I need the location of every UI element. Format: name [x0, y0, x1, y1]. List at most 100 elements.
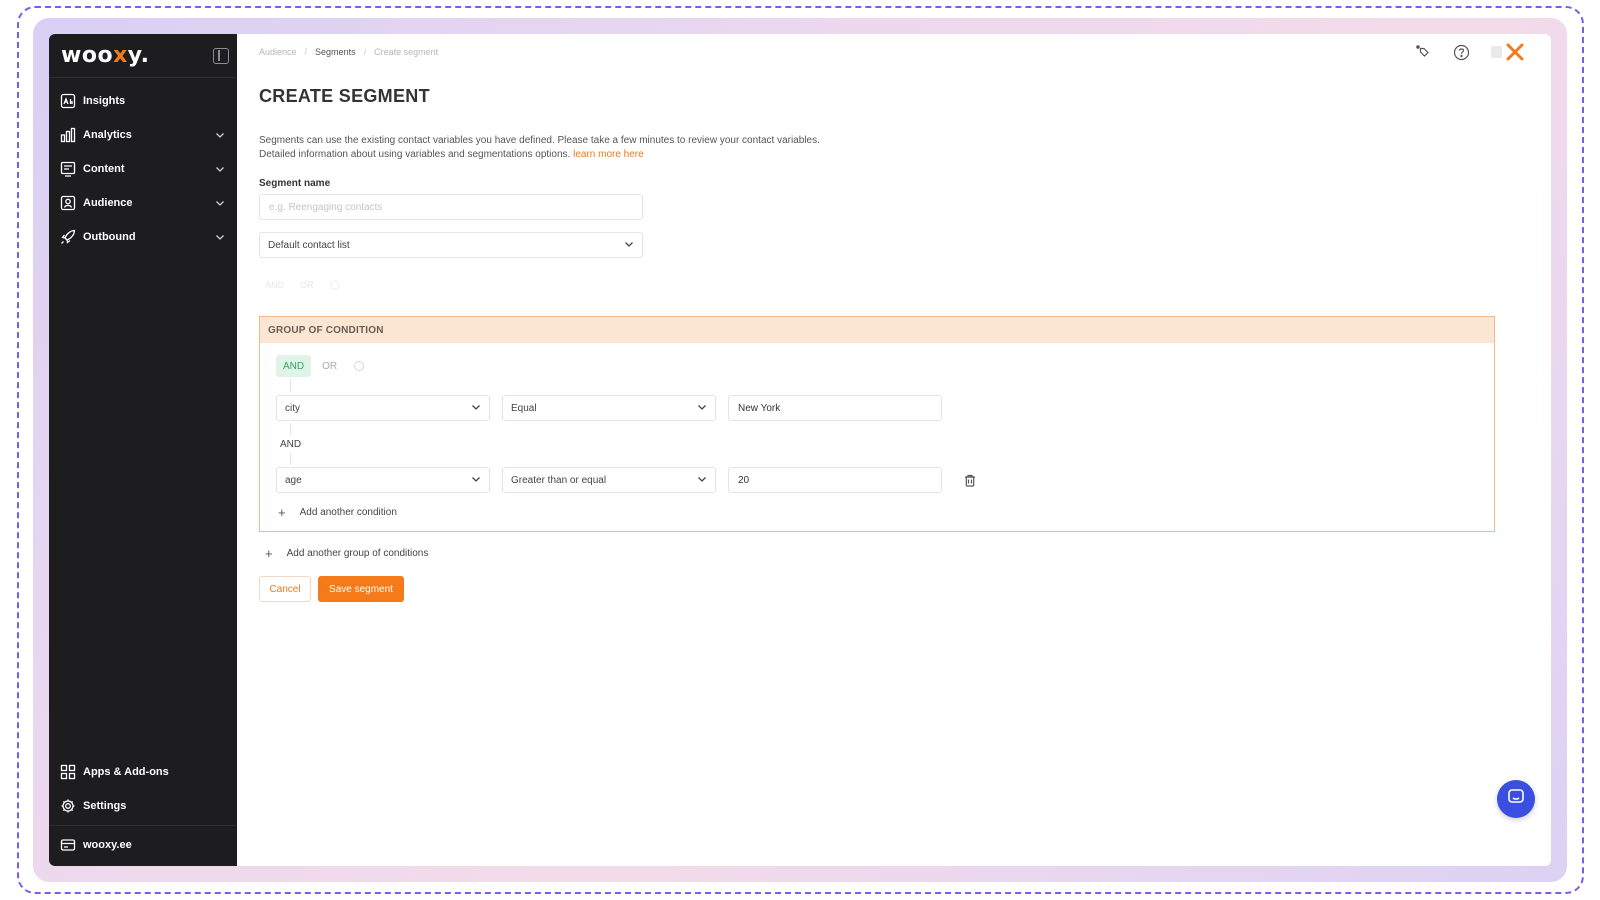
breadcrumb-segments[interactable]: Segments: [315, 47, 356, 57]
connector-line: [290, 453, 291, 465]
card-icon: [59, 836, 77, 854]
breadcrumb-separator: /: [363, 47, 367, 57]
condition-field-select[interactable]: city: [276, 395, 490, 421]
plus-icon: +: [265, 546, 273, 561]
audience-icon: [59, 194, 77, 212]
sidebar-bottom: Apps & Add-ons Settings wooxy.ee: [49, 755, 237, 866]
condition-field-select[interactable]: age: [276, 467, 490, 493]
chat-button[interactable]: [1497, 780, 1535, 818]
page-title: CREATE SEGMENT: [259, 86, 430, 106]
condition-join-label: AND: [280, 439, 302, 450]
sidebar-item-label: Analytics: [83, 129, 132, 141]
add-group-button[interactable]: + Add another group of conditions: [265, 546, 428, 561]
condition-group: GROUP OF CONDITION AND OR city Equal New…: [259, 316, 1495, 532]
intro-line-2: Detailed information about using variabl…: [259, 149, 571, 160]
sidebar-item-label: Audience: [83, 197, 133, 209]
sidebar-item-account[interactable]: wooxy.ee: [49, 828, 237, 862]
plus-icon: +: [278, 505, 286, 520]
chevron-down-icon: [213, 162, 227, 176]
chevron-down-icon: [697, 402, 707, 415]
breadcrumb-audience[interactable]: Audience: [259, 47, 297, 57]
user-avatar-icon[interactable]: [1489, 42, 1525, 62]
sidebar-item-label: Outbound: [83, 231, 136, 243]
learn-more-link[interactable]: learn more here: [573, 149, 644, 160]
connector-line: [290, 379, 291, 391]
app-window: wooxy. Insights Analytics Content Audien…: [49, 34, 1551, 866]
chevron-down-icon: [471, 474, 481, 487]
logo-text-post: y.: [127, 43, 150, 68]
condition-value-input[interactable]: [728, 395, 942, 421]
toggle-or[interactable]: OR: [315, 355, 344, 377]
top-icons: [1413, 42, 1525, 62]
gear-icon: [59, 797, 77, 815]
chat-icon: [1507, 788, 1525, 811]
save-segment-button[interactable]: Save segment: [318, 576, 404, 602]
sidebar-item-label: Settings: [83, 800, 127, 812]
sidebar-item-insights[interactable]: Insights: [49, 84, 237, 118]
ghost-toggle: AND OR: [265, 280, 340, 292]
sidebar-item-audience[interactable]: Audience: [49, 186, 237, 220]
cancel-button[interactable]: Cancel: [259, 576, 311, 602]
chevron-down-icon: [697, 474, 707, 487]
sidebar-item-apps[interactable]: Apps & Add-ons: [49, 755, 237, 789]
chevron-down-icon: [471, 402, 481, 415]
breadcrumb-separator: /: [304, 47, 308, 57]
add-group-label: Add another group of conditions: [286, 548, 429, 559]
sidebar-item-content[interactable]: Content: [49, 152, 237, 186]
condition-operator-select[interactable]: Greater than or equal: [502, 467, 716, 493]
insights-icon: [59, 92, 77, 110]
condition-operator-value: Greater than or equal: [511, 474, 607, 486]
collapse-sidebar-icon[interactable]: [213, 47, 229, 64]
ghost-or: OR: [300, 280, 314, 290]
trash-icon[interactable]: [960, 470, 980, 490]
intro-text: Segments can use the existing contact va…: [259, 134, 959, 162]
chevron-down-icon: [213, 196, 227, 210]
add-condition-label: Add another condition: [299, 507, 397, 518]
chevron-down-icon: [213, 128, 227, 142]
condition-operator-select[interactable]: Equal: [502, 395, 716, 421]
help-icon[interactable]: [1451, 42, 1471, 62]
segment-name-input[interactable]: [259, 194, 643, 220]
main-content: Audience / Segments / Create segment CRE…: [237, 34, 1551, 866]
sidebar-item-analytics[interactable]: Analytics: [49, 118, 237, 152]
logo-row: wooxy.: [49, 34, 237, 78]
account-label: wooxy.ee: [83, 839, 132, 851]
sidebar-item-outbound[interactable]: Outbound: [49, 220, 237, 254]
and-or-toggle: AND OR: [276, 355, 365, 377]
sidebar-item-label: Insights: [83, 95, 126, 107]
intro-line-1: Segments can use the existing contact va…: [259, 135, 820, 146]
sidebar-item-label: Apps & Add-ons: [83, 766, 169, 778]
group-header: GROUP OF CONDITION: [260, 317, 1494, 343]
info-icon[interactable]: [354, 361, 365, 371]
rocket-icon: [59, 228, 77, 246]
connector-line: [290, 423, 291, 435]
logo-text-x: x: [113, 43, 128, 68]
apps-grid-icon: [59, 763, 77, 781]
info-icon: [330, 280, 340, 292]
add-condition-button[interactable]: + Add another condition: [278, 505, 397, 520]
segment-name-label: Segment name: [259, 178, 331, 189]
chevron-down-icon: [624, 239, 634, 252]
ghost-and: AND: [265, 280, 285, 290]
contact-list-select[interactable]: Default contact list: [259, 232, 643, 258]
contact-list-value: Default contact list: [268, 239, 350, 251]
topbar: Audience / Segments / Create segment: [237, 34, 1551, 70]
sidebar-item-settings[interactable]: Settings: [49, 789, 237, 823]
tag-icon[interactable]: [1413, 42, 1433, 62]
bar-chart-icon: [59, 126, 77, 144]
logo-text-pre: woo: [61, 43, 114, 68]
condition-operator-value: Equal: [511, 402, 537, 414]
sidebar-divider: [49, 825, 237, 826]
breadcrumb: Audience / Segments / Create segment: [259, 47, 438, 57]
condition-field-value: age: [285, 474, 302, 486]
breadcrumb-current: Create segment: [374, 47, 439, 57]
logo[interactable]: wooxy.: [61, 43, 149, 68]
intro-line-2-row: Detailed information about using variabl…: [259, 148, 959, 162]
sidebar-nav: Insights Analytics Content Audience Outb…: [49, 78, 237, 254]
sidebar: wooxy. Insights Analytics Content Audien…: [49, 34, 237, 866]
chevron-down-icon: [213, 230, 227, 244]
condition-value-input[interactable]: [728, 467, 942, 493]
content-icon: [59, 160, 77, 178]
sidebar-item-label: Content: [83, 163, 125, 175]
toggle-and[interactable]: AND: [276, 355, 312, 377]
